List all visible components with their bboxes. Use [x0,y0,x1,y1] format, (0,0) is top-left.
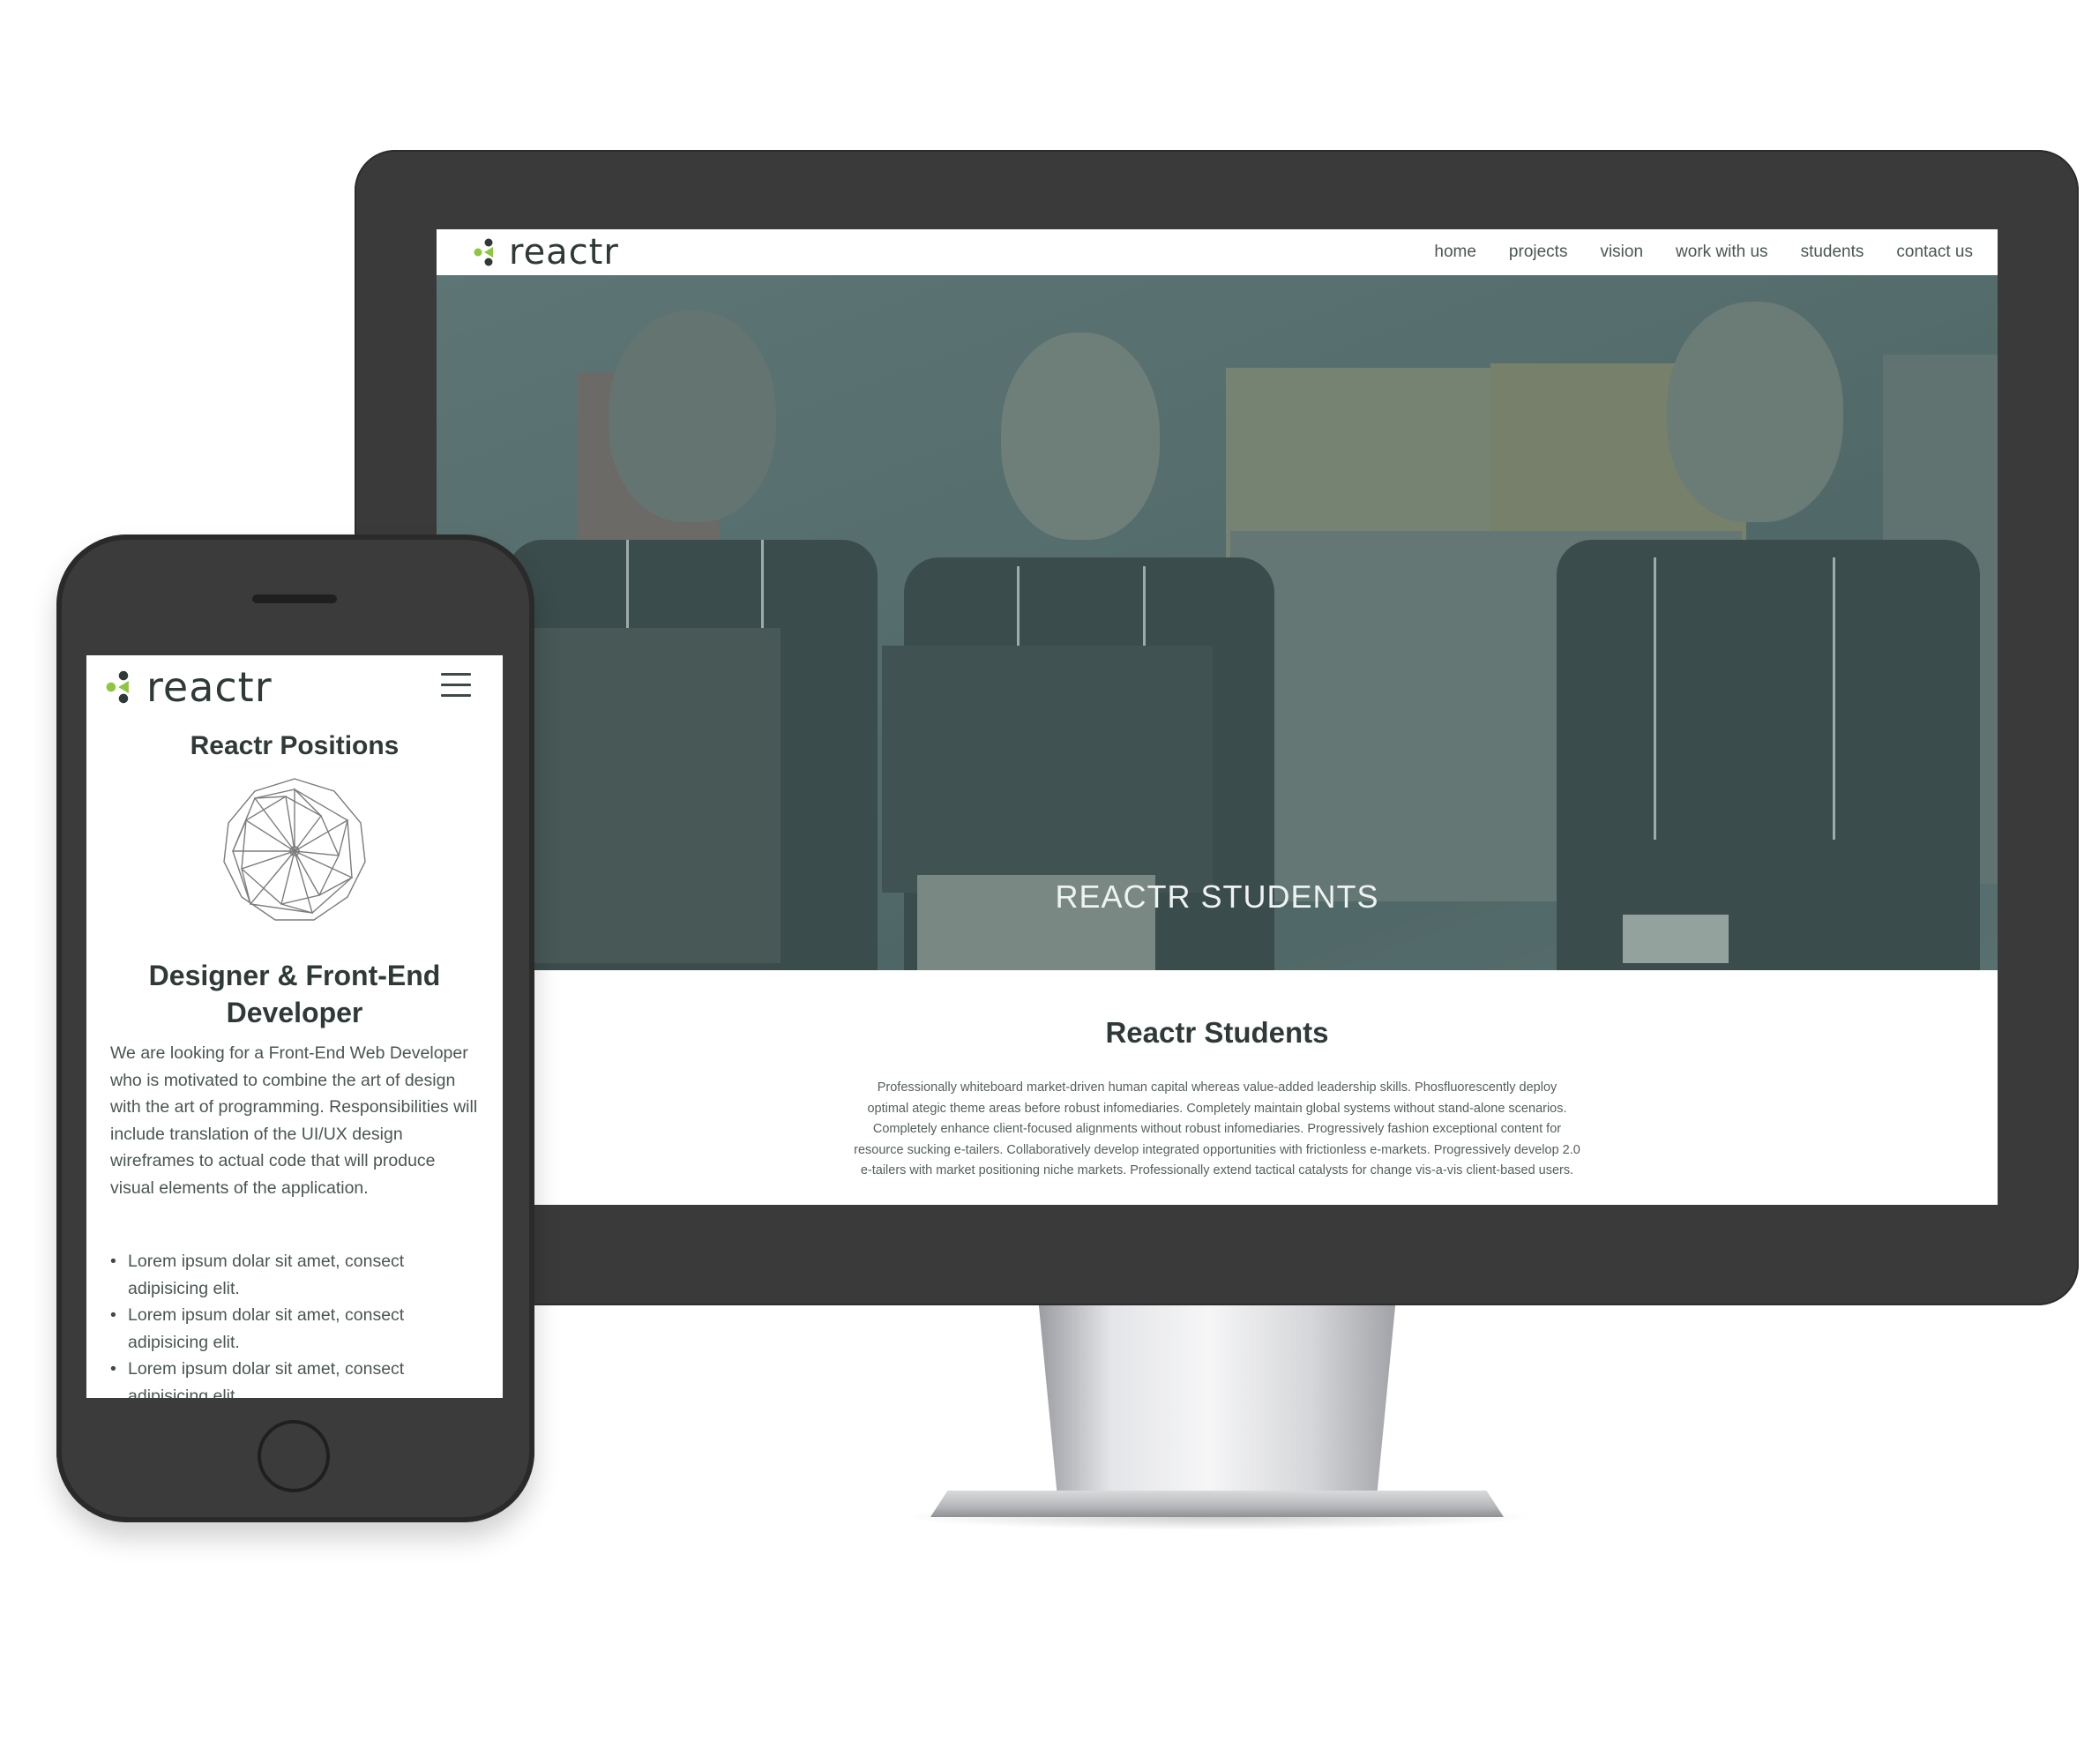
hero-title: REACTR STUDENTS [1055,878,1379,915]
mobile-logo[interactable]: reactr [106,662,273,712]
desktop-screen: reactr home projects vision work with us… [437,229,1998,1205]
monitor-stand-base [930,1491,1504,1517]
job-description: We are looking for a Front-End Web Devel… [110,1043,478,1198]
nav-home[interactable]: home [1434,243,1476,262]
nav-work-with-us[interactable]: work with us [1676,243,1768,262]
requirements-list: Lorem ipsum dolar sit amet, consect adip… [110,1248,481,1398]
list-item: Lorem ipsum dolar sit amet, consect adip… [110,1248,481,1302]
reactr-logo-icon [106,669,141,705]
nav-students[interactable]: students [1801,243,1864,262]
section-heading: Reactr Students [1105,1016,1329,1049]
desktop-logo[interactable]: reactr [474,231,619,273]
desktop-navbar: reactr home projects vision work with us… [437,229,1998,275]
paragraph-line: resource sucking e-tailers. Collaborativ… [854,1142,1580,1157]
paragraph-line: Professionally whiteboard market-driven … [877,1080,1557,1095]
desktop-nav-menu: home projects vision work with us studen… [1434,229,1973,275]
reactr-logo-icon [474,237,504,267]
logo-text: reactr [146,663,273,711]
job-title: Designer & Front-End Developer [148,960,441,1028]
list-item: Lorem ipsum dolar sit amet, consect adip… [110,1302,481,1356]
nav-projects[interactable]: projects [1509,243,1568,262]
list-item: Lorem ipsum dolar sit amet, consect adip… [110,1356,481,1398]
hero-overlay [437,275,1998,970]
geometric-flower-icon [223,778,366,921]
nav-contact-us[interactable]: contact us [1896,243,1973,262]
paragraph-line: e-tailers with market positioning niche … [860,1163,1574,1177]
mobile-screen: reactr Reactr Positions Designer & Front… [86,655,503,1398]
phone-speaker [252,594,337,603]
section-paragraph: Professionally whiteboard market-driven … [807,1078,1627,1182]
hero-banner [437,275,1998,970]
phone-home-button[interactable] [258,1420,330,1492]
positions-title: Reactr Positions [190,731,400,760]
paragraph-line: Completely enhance client-focused alignm… [872,1122,1562,1136]
paragraph-line: optimal ategic theme areas before robust… [867,1101,1567,1116]
nav-vision[interactable]: vision [1600,243,1643,262]
hamburger-icon[interactable] [441,673,471,699]
logo-text: reactr [509,232,619,273]
monitor-stand-neck [1038,1305,1396,1501]
